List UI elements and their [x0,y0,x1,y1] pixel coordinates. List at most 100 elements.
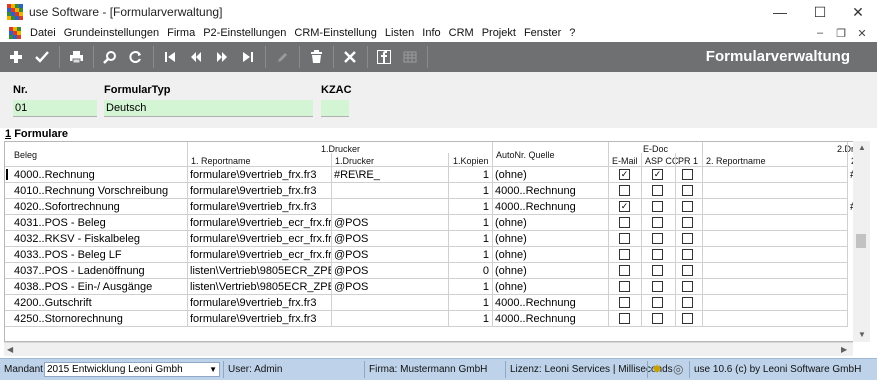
cell-beleg[interactable]: 4032..RKSV - Fiskalbeleg [11,231,187,247]
menu-fenster[interactable]: Fenster [520,27,565,39]
cell-kopien[interactable]: 1 [448,231,492,247]
grid-icon[interactable] [400,47,420,67]
close-button[interactable]: ✕ [840,0,876,24]
sparkle-icon[interactable]: ✸ [652,359,662,380]
table-row[interactable]: 4010..Rechnung Vorschreibung formulare\9v… [5,183,861,199]
last-record-icon[interactable] [238,47,258,67]
refresh-icon[interactable] [126,47,146,67]
horizontal-scrollbar[interactable]: ◀ ▶ [4,342,853,356]
col-header-autonr[interactable]: AutoNr. Quelle [496,150,555,160]
col-header-kopien[interactable]: 1.Kopien [453,156,489,166]
child-close-button[interactable]: ✕ [852,24,872,42]
vertical-scrollbar[interactable]: ▲ ▼ [853,141,870,342]
cell-beleg[interactable]: 4031..POS - Beleg [11,215,187,231]
cell-kopien[interactable]: 1 [448,183,492,199]
asp-cc-checkbox[interactable] [652,201,663,212]
col-header-email[interactable]: E-Mail [612,156,638,166]
menu-p2-einstellungen[interactable]: P2-Einstellungen [199,27,290,39]
previous-record-icon[interactable] [186,47,206,67]
asp-cc-checkbox[interactable] [652,297,663,308]
cell-reportname[interactable]: formulare\9vertrieb_ecr_frx.fr3 [187,247,331,263]
next-record-icon[interactable] [212,47,232,67]
pr1-checkbox[interactable] [682,249,693,260]
minimize-button[interactable]: — [762,0,798,24]
cell-autonr[interactable]: 4000..Rechnung [492,183,608,199]
scroll-right-icon[interactable]: ▶ [841,345,847,354]
asp-cc-checkbox[interactable] [652,265,663,276]
email-checkbox[interactable]: ✓ [619,201,630,212]
cell-drucker[interactable]: @POS [331,231,448,247]
cell-drucker[interactable]: @POS [331,247,448,263]
pr1-checkbox[interactable] [682,217,693,228]
menu-datei[interactable]: Datei [26,27,60,39]
asp-cc-checkbox[interactable] [652,217,663,228]
table-row[interactable]: 4000..Rechnung formulare\9vertrieb_frx.fr… [5,167,861,183]
cell-beleg[interactable]: 4000..Rechnung [11,167,187,183]
asp-cc-checkbox[interactable] [652,185,663,196]
plus-icon[interactable] [6,47,26,67]
formulartyp-field[interactable]: Deutsch [104,100,313,117]
chevron-down-icon[interactable]: ▼ [209,363,217,376]
cell-kopien[interactable]: 1 [448,279,492,295]
table-row[interactable]: 4250..Stornorechnung formulare\9vertrieb_… [5,311,861,327]
scroll-left-icon[interactable]: ◀ [7,345,13,354]
col-header-pr1[interactable]: PR 1 [678,156,698,166]
cell-drucker[interactable] [331,183,448,199]
menu-help[interactable]: ? [565,27,579,39]
first-record-icon[interactable] [160,47,180,67]
email-checkbox[interactable] [619,297,630,308]
menu-firma[interactable]: Firma [163,27,199,39]
cell-kopien[interactable]: 1 [448,311,492,327]
system-menu-icon[interactable] [9,27,21,39]
cell-autonr[interactable]: 4000..Rechnung [492,311,608,327]
vertical-scroll-thumb[interactable] [856,234,866,248]
pr1-checkbox[interactable] [682,185,693,196]
search-icon[interactable] [100,47,120,67]
cell-autonr[interactable]: 4000..Rechnung [492,199,608,215]
delete-icon[interactable] [306,47,326,67]
pr1-checkbox[interactable] [682,169,693,180]
email-checkbox[interactable] [619,313,630,324]
cell-reportname[interactable]: formulare\9vertrieb_frx.fr3 [187,311,331,327]
cell-beleg[interactable]: 4020..Sofortrechnung [11,199,187,215]
cell-reportname[interactable]: formulare\9vertrieb_frx.fr3 [187,183,331,199]
scroll-up-icon[interactable]: ▲ [858,143,866,152]
menu-info[interactable]: Info [418,27,444,39]
cell-beleg[interactable]: 4200..Gutschrift [11,295,187,311]
check-icon[interactable] [32,47,52,67]
pr1-checkbox[interactable] [682,313,693,324]
email-checkbox[interactable] [619,265,630,276]
table-row[interactable]: 4037..POS - Ladenöffnung listen\Vertrieb\… [5,263,861,279]
cancel-icon[interactable] [340,47,360,67]
table-row[interactable]: 4038..POS - Ein-/ Ausgänge listen\Vertrie… [5,279,861,295]
pr1-checkbox[interactable] [682,281,693,292]
cell-drucker[interactable]: @POS [331,215,448,231]
cell-drucker[interactable]: #RE\RE_ [331,167,448,183]
cell-autonr[interactable]: (ohne) [492,231,608,247]
email-checkbox[interactable]: ✓ [619,169,630,180]
email-checkbox[interactable] [619,281,630,292]
cell-autonr[interactable]: (ohne) [492,279,608,295]
cell-reportname[interactable]: listen\Vertrieb\9805ECR_ZPBJ1 [187,279,331,295]
facebook-icon[interactable] [374,47,394,67]
cell-autonr[interactable]: (ohne) [492,263,608,279]
col-header-drucker[interactable]: 1.Drucker [335,156,374,166]
network-icon[interactable]: ◎ [673,359,683,380]
asp-cc-checkbox[interactable] [652,313,663,324]
cell-drucker[interactable] [331,311,448,327]
cell-drucker[interactable] [331,199,448,215]
print-icon[interactable] [66,47,86,67]
cell-autonr[interactable]: 4000..Rechnung [492,295,608,311]
maximize-button[interactable]: ☐ [802,0,838,24]
col-header-asp-cc[interactable]: ASP CC [645,156,678,166]
cell-autonr[interactable]: (ohne) [492,167,608,183]
cell-reportname[interactable]: formulare\9vertrieb_ecr_frx.fr3 [187,231,331,247]
menu-grundeinstellungen[interactable]: Grundeinstellungen [60,27,163,39]
pr1-checkbox[interactable] [682,297,693,308]
pr1-checkbox[interactable] [682,265,693,276]
table-row[interactable]: 4200..Gutschrift formulare\9vertrieb_frx.… [5,295,861,311]
menu-listen[interactable]: Listen [381,27,418,39]
cell-reportname[interactable]: formulare\9vertrieb_frx.fr3 [187,199,331,215]
cell-beleg[interactable]: 4037..POS - Ladenöffnung [11,263,187,279]
cell-beleg[interactable]: 4033..POS - Beleg LF [11,247,187,263]
